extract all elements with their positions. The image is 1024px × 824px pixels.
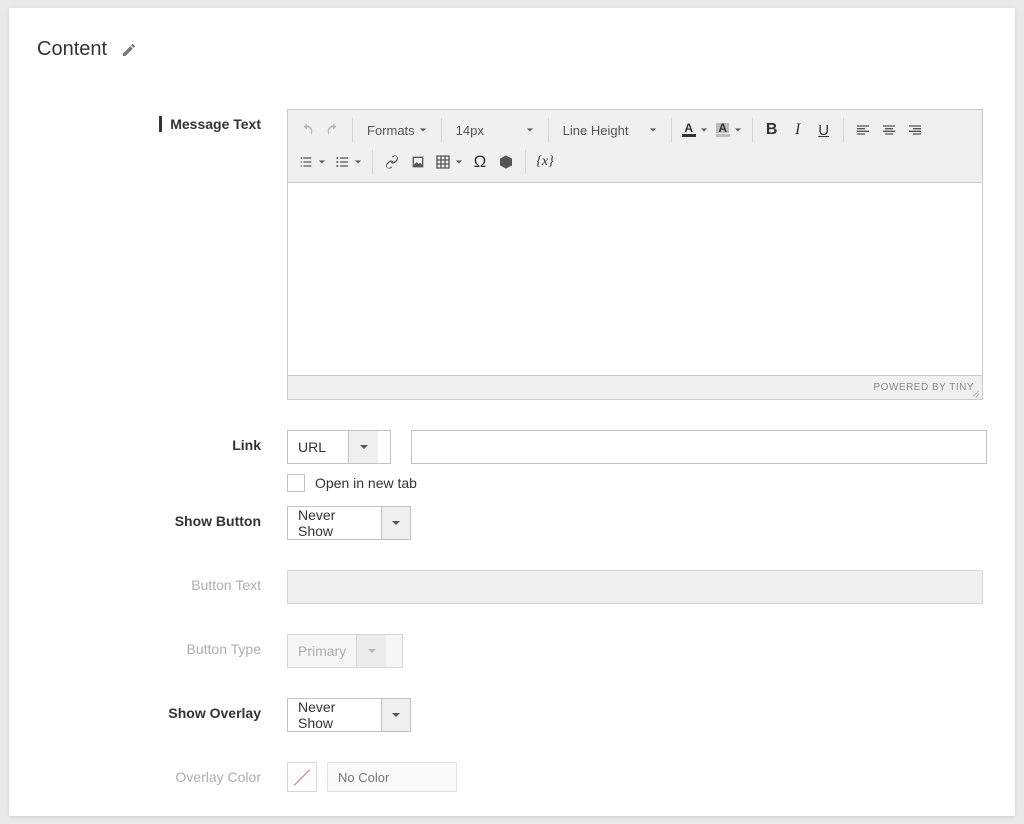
message-text-label: Message Text bbox=[37, 109, 287, 132]
link-label: Link bbox=[37, 430, 287, 453]
caret-down-icon bbox=[455, 158, 463, 166]
link-button[interactable] bbox=[379, 148, 405, 176]
variable-button[interactable]: {x} bbox=[532, 148, 558, 176]
text-color-button[interactable]: A bbox=[678, 116, 712, 144]
redo-button[interactable] bbox=[320, 116, 346, 144]
special-char-button[interactable]: Ω bbox=[467, 148, 493, 176]
overlay-color-swatch bbox=[287, 762, 317, 792]
content-panel: Content Message Text Formats bbox=[9, 8, 1015, 816]
chevron-down-icon bbox=[356, 635, 386, 667]
message-text-row: Message Text Formats bbox=[37, 109, 987, 400]
overlay-color-label: Overlay Color bbox=[37, 762, 287, 785]
numbered-list-button[interactable] bbox=[294, 148, 330, 176]
button-text-row: Button Text bbox=[37, 570, 987, 604]
widget-button[interactable] bbox=[493, 148, 519, 176]
align-left-button[interactable] bbox=[850, 116, 876, 144]
editor-toolbar: Formats 14px Line Height bbox=[288, 110, 982, 183]
caret-down-icon bbox=[354, 158, 362, 166]
show-button-select[interactable]: Never Show bbox=[287, 506, 411, 540]
formats-dropdown[interactable]: Formats bbox=[359, 116, 435, 144]
chevron-down-icon bbox=[381, 507, 410, 539]
table-button[interactable] bbox=[431, 148, 467, 176]
caret-down-icon bbox=[649, 126, 657, 134]
show-button-label: Show Button bbox=[37, 506, 287, 529]
caret-down-icon bbox=[734, 126, 742, 134]
button-text-input bbox=[287, 570, 983, 604]
underline-button[interactable]: U bbox=[811, 116, 837, 144]
open-new-tab-row[interactable]: Open in new tab bbox=[287, 474, 987, 492]
chevron-down-icon bbox=[348, 431, 378, 463]
powered-by-label: POWERED BY TINY bbox=[874, 382, 974, 393]
open-new-tab-checkbox[interactable] bbox=[287, 474, 305, 492]
link-type-select[interactable]: URL bbox=[287, 430, 391, 464]
show-button-row: Show Button Never Show bbox=[37, 506, 987, 540]
open-new-tab-label: Open in new tab bbox=[315, 475, 417, 491]
bold-button[interactable]: B bbox=[759, 116, 785, 144]
editor-content-area[interactable] bbox=[288, 183, 982, 375]
bullet-list-button[interactable] bbox=[330, 148, 366, 176]
align-center-button[interactable] bbox=[876, 116, 902, 144]
message-text-field: Formats 14px Line Height bbox=[287, 109, 987, 400]
panel-title: Content bbox=[37, 38, 107, 61]
button-type-select: Primary bbox=[287, 634, 403, 668]
bg-color-button[interactable]: A bbox=[712, 116, 746, 144]
undo-button[interactable] bbox=[294, 116, 320, 144]
overlay-color-row: Overlay Color bbox=[37, 762, 987, 792]
link-row: Link URL Open in new tab bbox=[37, 430, 987, 492]
link-url-input[interactable] bbox=[411, 430, 987, 464]
chevron-down-icon bbox=[381, 699, 410, 731]
fontsize-dropdown[interactable]: 14px bbox=[448, 116, 542, 144]
rich-text-editor: Formats 14px Line Height bbox=[287, 109, 983, 400]
button-text-label: Button Text bbox=[37, 570, 287, 593]
caret-down-icon bbox=[700, 126, 708, 134]
lineheight-dropdown[interactable]: Line Height bbox=[555, 116, 665, 144]
show-overlay-row: Show Overlay Never Show bbox=[37, 698, 987, 732]
overlay-color-input bbox=[327, 762, 457, 792]
italic-button[interactable]: I bbox=[785, 116, 811, 144]
editor-statusbar: POWERED BY TINY bbox=[288, 375, 982, 399]
resize-handle[interactable] bbox=[970, 387, 980, 397]
button-type-row: Button Type Primary bbox=[37, 634, 987, 668]
link-field: URL Open in new tab bbox=[287, 430, 987, 492]
panel-header: Content bbox=[37, 38, 987, 61]
caret-down-icon bbox=[526, 126, 534, 134]
show-overlay-label: Show Overlay bbox=[37, 698, 287, 721]
image-button[interactable] bbox=[405, 148, 431, 176]
show-overlay-select[interactable]: Never Show bbox=[287, 698, 411, 732]
button-type-label: Button Type bbox=[37, 634, 287, 657]
align-right-button[interactable] bbox=[902, 116, 928, 144]
caret-down-icon bbox=[318, 158, 326, 166]
edit-icon[interactable] bbox=[121, 42, 137, 58]
caret-down-icon bbox=[419, 126, 427, 134]
